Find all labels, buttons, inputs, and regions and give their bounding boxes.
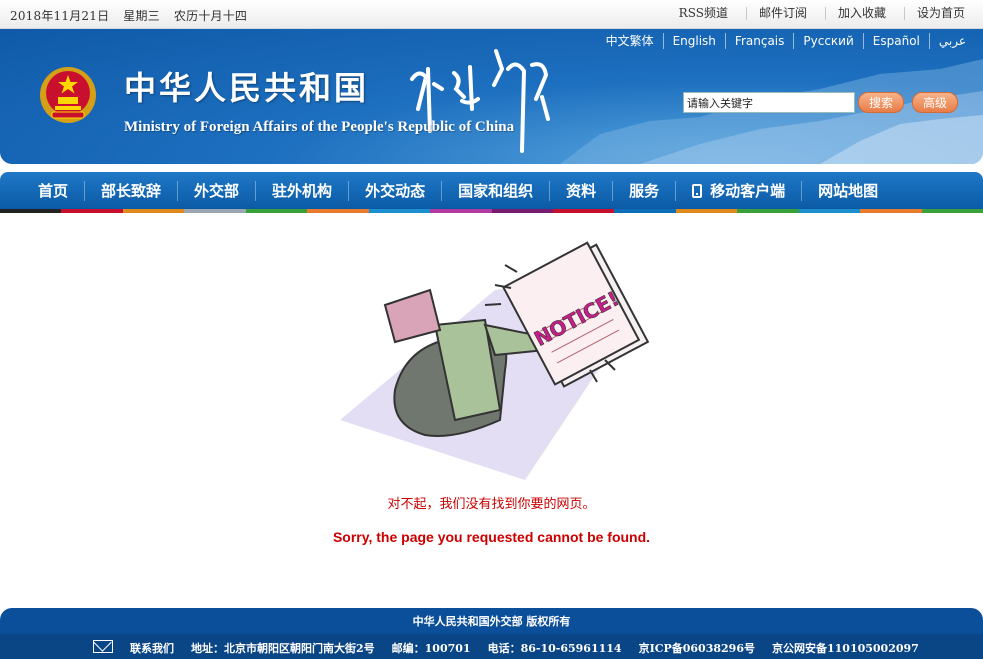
- nav-item-countries-orgs[interactable]: 国家和组织: [441, 180, 549, 201]
- error-message-en: Sorry, the page you requested cannot be …: [332, 529, 651, 545]
- copyright-text: 中华人民共和国外交部 版权所有: [412, 615, 571, 628]
- strip-segment: [860, 209, 922, 213]
- strip-segment: [921, 209, 983, 213]
- footer-police-record[interactable]: 京公网安备110105002097: [772, 640, 919, 656]
- strip-segment: [61, 209, 123, 213]
- date-display: 2018年11月21日 星期三 农历十月十四: [10, 7, 257, 24]
- set-homepage-link[interactable]: 设为首页: [903, 7, 983, 20]
- footer-contact-bar: 联系我们 地址：北京市朝阳区朝阳门南大街2号 邮编：100701 电话：86-1…: [0, 634, 983, 659]
- nav-item-services[interactable]: 服务: [612, 180, 675, 201]
- nav-item-sitemap[interactable]: 网站地图: [801, 180, 894, 201]
- rss-link[interactable]: RSS频道: [667, 7, 746, 20]
- nav-item-mobile-client[interactable]: 移动客户端: [675, 180, 801, 201]
- weekday: 星期三: [123, 9, 160, 23]
- strip-segment: [737, 209, 799, 213]
- national-emblem-icon: [40, 67, 96, 123]
- nav-item-home[interactable]: 首页: [18, 181, 84, 201]
- notice-illustration: NOTICE!: [340, 241, 650, 480]
- add-favorite-link[interactable]: 加入收藏: [824, 7, 904, 20]
- calligraphy-logo-icon: [410, 49, 550, 153]
- advanced-search-button[interactable]: 高级: [912, 92, 958, 113]
- footer-postcode: 邮编：100701: [391, 642, 471, 655]
- site-title-cn: 中华人民共和国: [124, 69, 370, 107]
- lang-arabic[interactable]: عربي: [928, 33, 975, 49]
- strip-segment: [368, 209, 431, 213]
- current-date: 2018年11月21日: [10, 9, 110, 23]
- main-nav: 首页 部长致辞 外交部 驻外机构 外交动态 国家和组织 资料 服务 移动客户端 …: [0, 172, 983, 209]
- nav-item-mobile-label: 移动客户端: [710, 181, 786, 200]
- footer-address: 地址：北京市朝阳区朝阳门南大街2号: [191, 642, 375, 655]
- contact-us-link[interactable]: 联系我们: [130, 640, 174, 656]
- lang-french[interactable]: Français: [724, 33, 793, 49]
- footer-phone: 电话：86-10-65961114: [487, 642, 622, 655]
- nav-item-missions-abroad[interactable]: 驻外机构: [255, 180, 348, 201]
- search-input[interactable]: 请输入关键字: [683, 92, 855, 113]
- strip-segment: [798, 209, 861, 213]
- nav-item-ministry[interactable]: 外交部: [177, 180, 255, 201]
- lang-traditional-chinese[interactable]: 中文繁体: [597, 33, 663, 49]
- lang-english[interactable]: English: [662, 33, 725, 49]
- site-title-en: Ministry of Foreign Affairs of the Peopl…: [124, 119, 515, 135]
- nav-color-strip: [0, 209, 983, 213]
- strip-segment: [614, 209, 676, 213]
- nav-item-minister-speech[interactable]: 部长致辞: [84, 180, 177, 201]
- strip-segment: [430, 209, 492, 213]
- nav-item-diplomatic-news[interactable]: 外交动态: [348, 180, 441, 201]
- lang-spanish[interactable]: Español: [862, 33, 929, 49]
- strip-segment: [122, 209, 185, 213]
- mail-icon[interactable]: [93, 640, 113, 653]
- footer: 中华人民共和国外交部 版权所有 联系我们 地址：北京市朝阳区朝阳门南大街2号 邮…: [0, 608, 983, 659]
- top-links: RSS频道 邮件订阅 加入收藏 设为首页: [667, 7, 983, 20]
- strip-segment: [491, 209, 553, 213]
- strip-segment: [552, 209, 615, 213]
- strip-segment: [675, 209, 738, 213]
- mobile-phone-icon: [692, 183, 703, 198]
- mail-subscribe-link[interactable]: 邮件订阅: [745, 7, 825, 20]
- language-switcher: 中文繁体 English Français Русский Español عر…: [597, 33, 975, 49]
- search-button[interactable]: 搜索: [858, 92, 904, 113]
- footer-icp[interactable]: 京ICP备06038296号: [639, 640, 755, 656]
- lunar-date: 农历十月十四: [173, 9, 248, 23]
- strip-segment: [184, 209, 246, 213]
- nav-item-resources[interactable]: 资料: [549, 180, 612, 201]
- header-banner: 中华人民共和国 Ministry of Foreign Affairs of t…: [0, 29, 983, 164]
- strip-segment: [307, 209, 369, 213]
- strip-segment: [245, 209, 308, 213]
- error-message-cn: 对不起，我们没有找到你要的网页。: [387, 497, 596, 512]
- lang-russian[interactable]: Русский: [793, 33, 862, 49]
- strip-segment: [0, 209, 62, 213]
- top-utility-bar: 2018年11月21日 星期三 农历十月十四 RSS频道 邮件订阅 加入收藏 设…: [0, 0, 983, 29]
